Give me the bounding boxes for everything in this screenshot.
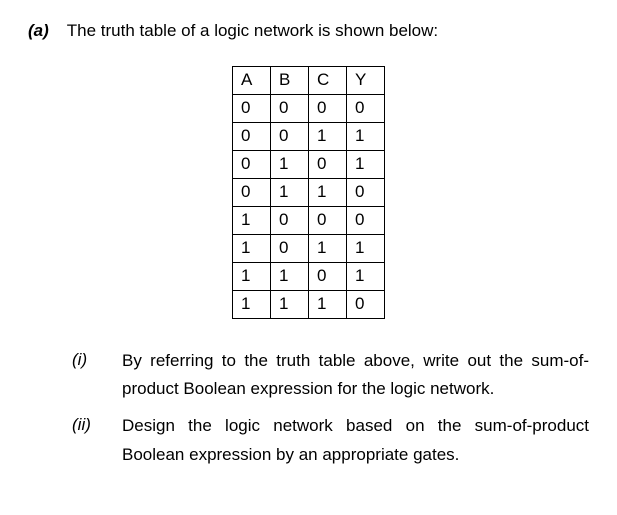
- cell: 0: [271, 122, 309, 150]
- table-row: 0000: [233, 94, 385, 122]
- cell: 0: [271, 206, 309, 234]
- questions-block: (i) By referring to the truth table above…: [28, 347, 589, 471]
- cell: 0: [309, 206, 347, 234]
- cell: 1: [233, 262, 271, 290]
- cell: 0: [309, 262, 347, 290]
- cell: 0: [347, 290, 385, 318]
- cell: 1: [271, 178, 309, 206]
- col-header-y: Y: [347, 66, 385, 94]
- table-row: 0101: [233, 150, 385, 178]
- cell: 0: [347, 178, 385, 206]
- question-row: (i) By referring to the truth table above…: [72, 347, 589, 405]
- cell: 0: [233, 178, 271, 206]
- cell: 1: [233, 290, 271, 318]
- cell: 0: [271, 234, 309, 262]
- intro-row: (a) The truth table of a logic network i…: [28, 18, 589, 44]
- truth-table: ABCY 00000011010101101000101111011110: [232, 66, 385, 319]
- table-row: 0110: [233, 178, 385, 206]
- cell: 1: [233, 234, 271, 262]
- cell: 1: [271, 262, 309, 290]
- cell: 1: [271, 150, 309, 178]
- col-header-a: A: [233, 66, 271, 94]
- cell: 0: [233, 150, 271, 178]
- part-label: (a): [28, 18, 49, 44]
- table-row: 1101: [233, 262, 385, 290]
- question-row: (ii) Design the logic network based on th…: [72, 412, 589, 470]
- cell: 1: [309, 178, 347, 206]
- cell: 0: [233, 94, 271, 122]
- cell: 1: [347, 234, 385, 262]
- question-label: (i): [72, 347, 100, 373]
- cell: 1: [347, 122, 385, 150]
- question-text: Design the logic network based on the su…: [122, 412, 589, 470]
- table-row: 1000: [233, 206, 385, 234]
- cell: 1: [309, 234, 347, 262]
- cell: 0: [309, 150, 347, 178]
- cell: 0: [347, 206, 385, 234]
- cell: 0: [233, 122, 271, 150]
- question-text: By referring to the truth table above, w…: [122, 347, 589, 405]
- question-label: (ii): [72, 412, 100, 438]
- table-row: 1110: [233, 290, 385, 318]
- cell: 0: [309, 94, 347, 122]
- col-header-b: B: [271, 66, 309, 94]
- cell: 1: [347, 262, 385, 290]
- cell: 0: [271, 94, 309, 122]
- table-row: 1011: [233, 234, 385, 262]
- intro-text: The truth table of a logic network is sh…: [67, 18, 589, 44]
- cell: 1: [309, 290, 347, 318]
- col-header-c: C: [309, 66, 347, 94]
- cell: 1: [309, 122, 347, 150]
- cell: 0: [347, 94, 385, 122]
- truth-table-wrap: ABCY 00000011010101101000101111011110: [28, 66, 589, 319]
- cell: 1: [271, 290, 309, 318]
- table-row: 0011: [233, 122, 385, 150]
- cell: 1: [233, 206, 271, 234]
- cell: 1: [347, 150, 385, 178]
